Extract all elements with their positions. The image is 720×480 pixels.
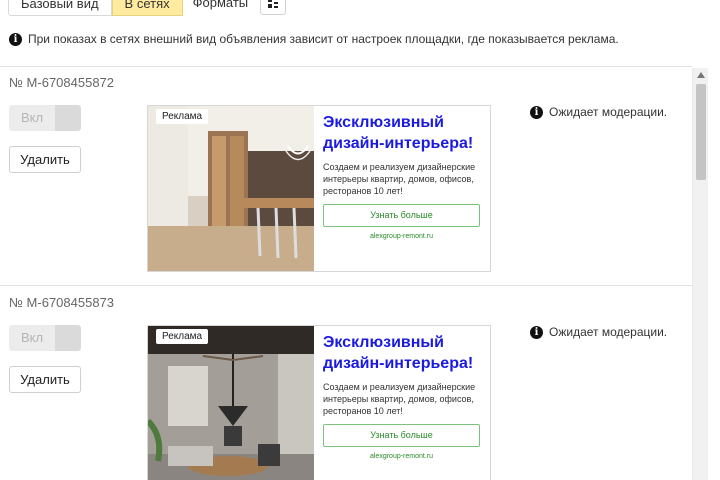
tab-formats-label: Форматы	[192, 0, 249, 10]
ad-card: № M-6708455872 Вкл Удалить Реклама Экскл…	[0, 75, 692, 275]
info-icon: i	[530, 105, 543, 119]
divider	[0, 66, 692, 67]
ad-tag: Реклама	[156, 109, 209, 124]
info-icon: i	[9, 32, 22, 46]
ad-text: Создаем и реализуем дизайнерские интерье…	[323, 382, 476, 416]
ad-card: № M-6708455873 Вкл Удалить Реклама Экскл…	[0, 295, 692, 480]
moderation-status: i Ожидает модерации.	[530, 325, 667, 339]
scrollbar[interactable]	[692, 68, 708, 480]
ad-title[interactable]: Эксклюзивный дизайн-интерьера!	[323, 332, 480, 374]
status-text: Ожидает модерации.	[549, 105, 668, 119]
delete-button[interactable]: Удалить	[9, 146, 81, 173]
view-tabs: Базовый вид В сетях Форматы	[8, 0, 287, 16]
ad-image: Реклама	[148, 326, 314, 480]
toggle-label: Вкл	[9, 325, 55, 351]
ad-title[interactable]: Эксклюзивный дизайн-интерьера!	[323, 112, 480, 154]
toggle-knob	[55, 325, 81, 351]
scroll-thumb[interactable]	[696, 84, 706, 180]
enable-toggle[interactable]: Вкл	[9, 325, 81, 351]
ad-body: Эксклюзивный дизайн-интерьера! Создаем и…	[314, 326, 490, 480]
delete-button[interactable]: Удалить	[9, 366, 81, 393]
formats-button[interactable]	[260, 0, 287, 15]
toggle-knob	[55, 105, 81, 131]
tab-in-networks[interactable]: В сетях	[111, 0, 183, 16]
notice-text: При показах в сетях внешний вид объявлен…	[28, 32, 619, 46]
ad-cta-button[interactable]: Узнать больше	[323, 204, 480, 227]
scroll-up-arrow-icon[interactable]	[693, 68, 709, 82]
ad-preview: Реклама Эксклюзивный дизайн-интерьера! С…	[147, 325, 491, 480]
ad-tag: Реклама	[156, 329, 209, 344]
ad-number: № M-6708455873	[9, 295, 115, 310]
ad-domain[interactable]: alexgroup-remont.ru	[323, 453, 480, 460]
status-text: Ожидает модерации.	[549, 325, 668, 339]
ad-domain[interactable]: alexgroup-remont.ru	[323, 233, 480, 240]
enable-toggle[interactable]: Вкл	[9, 105, 81, 131]
divider	[0, 285, 692, 286]
toggle-label: Вкл	[9, 105, 55, 131]
info-icon: i	[530, 325, 543, 339]
moderation-status: i Ожидает модерации.	[530, 105, 667, 119]
ad-image: Реклама	[148, 106, 314, 271]
grid-icon	[268, 0, 279, 8]
ad-number: № M-6708455872	[9, 75, 115, 90]
ad-text: Создаем и реализуем дизайнерские интерье…	[323, 162, 476, 196]
tab-basic-view[interactable]: Базовый вид	[8, 0, 112, 16]
ad-preview: Реклама Эксклюзивный дизайн-интерьера! С…	[147, 105, 491, 272]
ad-body: Эксклюзивный дизайн-интерьера! Создаем и…	[314, 106, 490, 271]
network-notice: i При показах в сетях внешний вид объявл…	[9, 32, 619, 46]
ad-cta-button[interactable]: Узнать больше	[323, 424, 480, 447]
